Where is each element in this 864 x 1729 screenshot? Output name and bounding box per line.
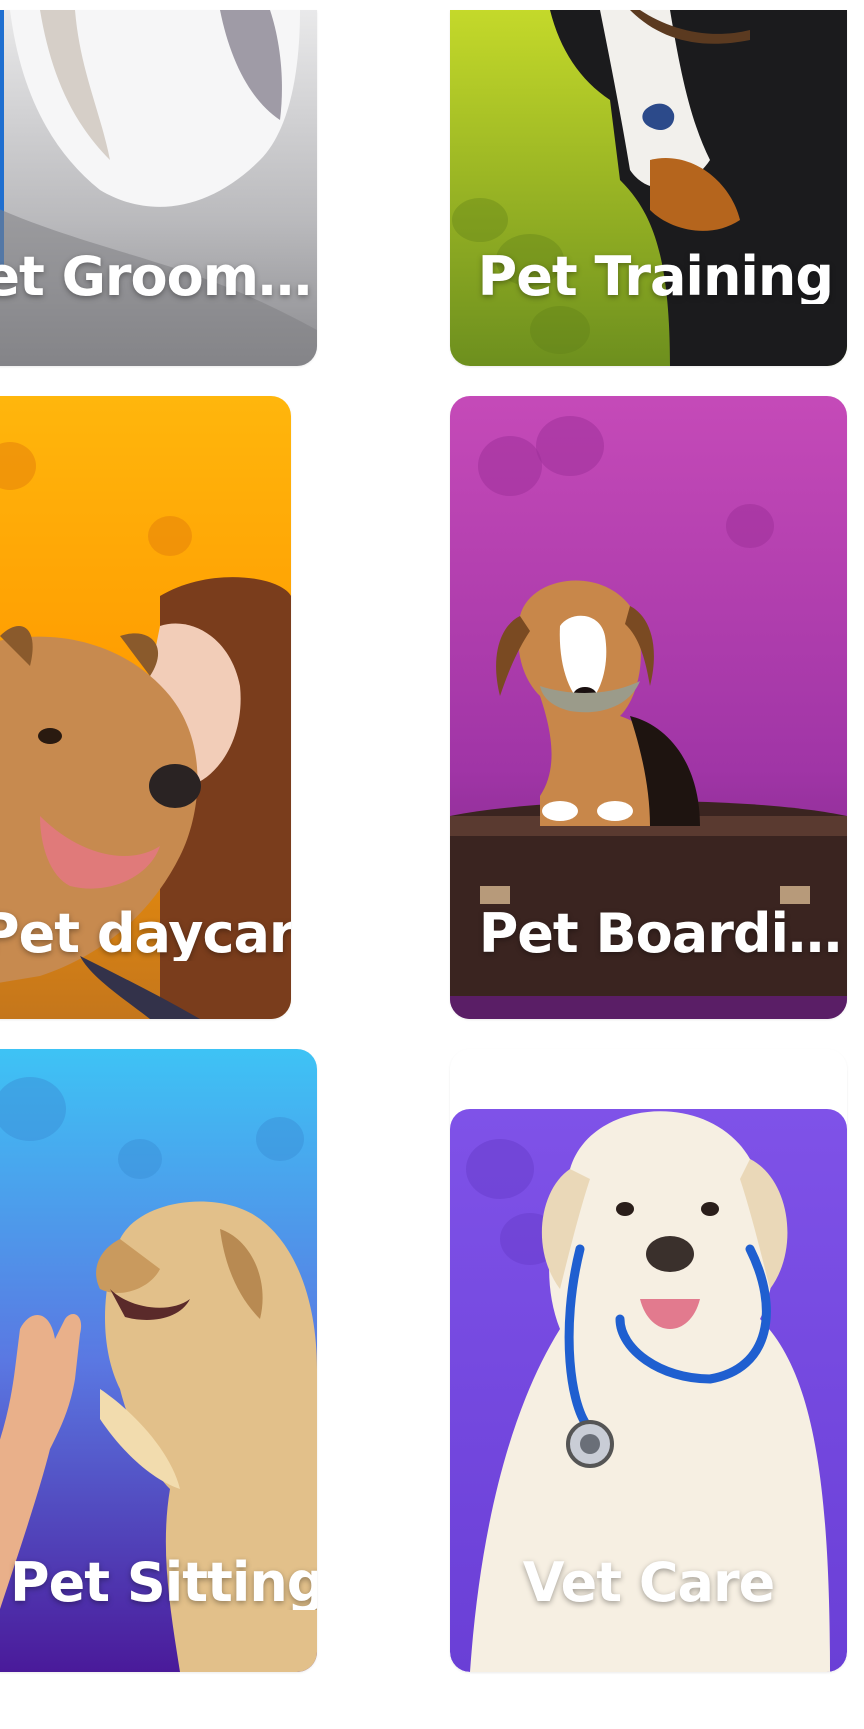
service-label-sitting: Pet Sitting bbox=[10, 1556, 317, 1610]
service-label-grooming: et Groom… bbox=[0, 250, 312, 304]
service-label-training: Pet Training bbox=[477, 250, 834, 304]
grooming-dog-photo bbox=[0, 10, 317, 366]
service-card-daycare[interactable]: Pet daycare bbox=[0, 396, 291, 1019]
service-card-boarding[interactable]: Pet Boardi… bbox=[450, 396, 847, 1019]
service-card-grooming[interactable]: et Groom… bbox=[0, 10, 317, 366]
service-grid: et Groom… Pet Training et daycar Pet Boa… bbox=[0, 0, 864, 1729]
service-label-boarding: Pet Boardi… bbox=[478, 907, 842, 961]
service-card-sitting[interactable]: Pet Sitting bbox=[0, 1049, 317, 1672]
service-card-training[interactable]: Pet Training bbox=[450, 10, 847, 366]
training-dog-photo bbox=[450, 10, 847, 366]
service-card-vet[interactable]: Vet Care bbox=[450, 1049, 847, 1672]
service-label-vet: Vet Care bbox=[522, 1556, 775, 1610]
service-label-daycare: Pet daycare bbox=[0, 907, 291, 961]
